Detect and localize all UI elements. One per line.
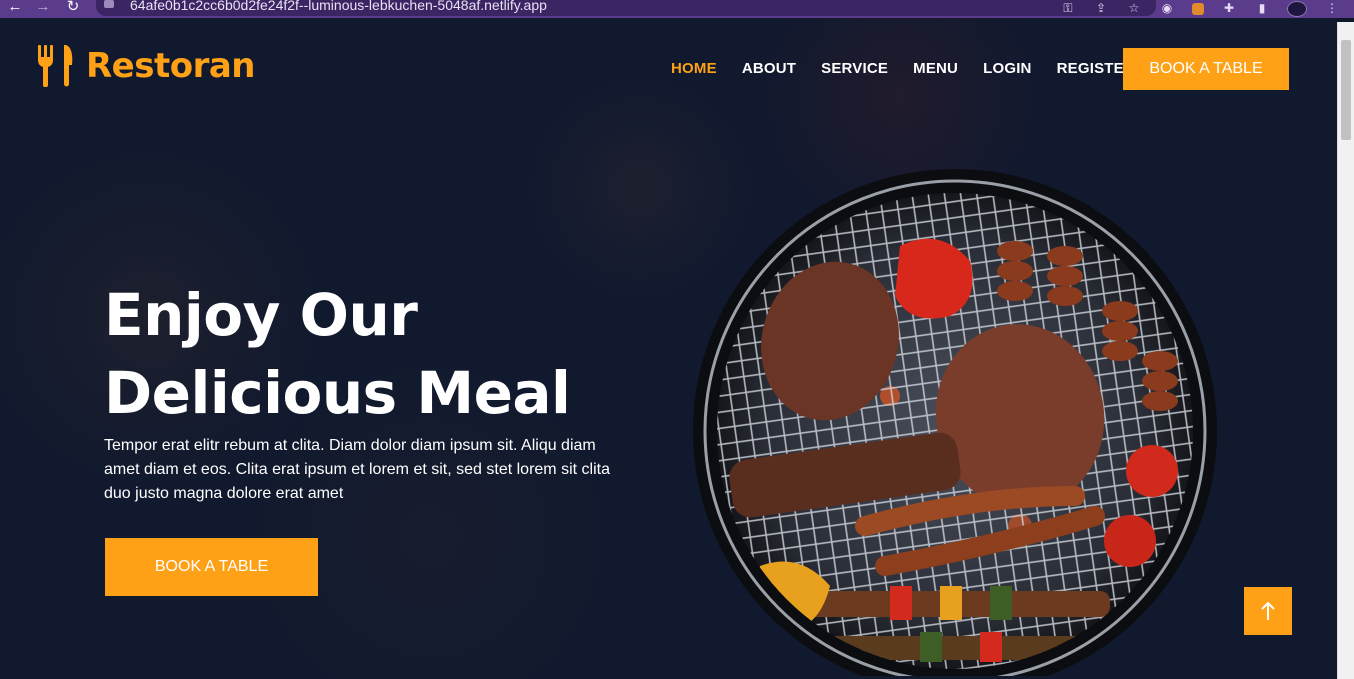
nav-home[interactable]: HOME xyxy=(671,60,717,77)
book-table-hero-button[interactable]: BOOK A TABLE xyxy=(105,538,318,596)
hero-description: Tempor erat elitr rebum at clita. Diam d… xyxy=(104,437,610,502)
star-icon[interactable]: ☆ xyxy=(1126,2,1142,16)
address-bar-url[interactable]: 64afe0b1c2cc6b0d2fe24f2f--luminous-lebku… xyxy=(130,0,547,13)
main-nav: HOME ABOUT SERVICE MENU LOGIN REGISTER xyxy=(671,60,1135,77)
arrow-up-icon xyxy=(1261,601,1275,620)
puzzle-icon[interactable]: ✚ xyxy=(1221,2,1237,16)
browser-toolbar: ← → ↻ 64afe0b1c2cc6b0d2fe24f2f--luminous… xyxy=(0,0,1354,18)
lock-icon xyxy=(104,0,114,8)
brand-logo[interactable]: Restoran xyxy=(36,45,256,87)
grill-image xyxy=(693,169,1217,676)
key-icon[interactable]: ⚿ xyxy=(1060,2,1076,16)
nav-about[interactable]: ABOUT xyxy=(742,60,796,77)
brand-name: Restoran xyxy=(86,46,256,86)
reload-icon[interactable]: ↻ xyxy=(62,0,84,18)
page-scrollbar[interactable] xyxy=(1337,22,1354,679)
forward-arrow-icon[interactable]: → xyxy=(32,0,54,18)
scrollbar-thumb[interactable] xyxy=(1341,40,1351,140)
profile-avatar[interactable] xyxy=(1287,1,1307,17)
hero-title: Enjoy Our Delicious Meal xyxy=(104,276,664,432)
extension-badge-icon[interactable] xyxy=(1192,3,1204,15)
utensils-icon xyxy=(38,45,73,87)
share-icon[interactable]: ⇪ xyxy=(1093,2,1109,16)
sidepanel-icon[interactable]: ▮ xyxy=(1254,2,1270,16)
nav-menu[interactable]: MENU xyxy=(913,60,958,77)
hero-title-line2: Delicious Meal xyxy=(104,359,571,427)
book-table-nav-button[interactable]: BOOK A TABLE xyxy=(1123,48,1289,90)
hero-section: Restoran HOME ABOUT SERVICE MENU LOGIN R… xyxy=(0,18,1337,679)
hero-title-line1: Enjoy Our xyxy=(104,281,418,349)
kebab-menu-icon[interactable]: ⋮ xyxy=(1324,2,1340,16)
back-arrow-icon[interactable]: ← xyxy=(4,0,26,18)
nav-service[interactable]: SERVICE xyxy=(821,60,888,77)
extension-owl-icon[interactable]: ◉ xyxy=(1159,2,1175,16)
nav-login[interactable]: LOGIN xyxy=(983,60,1032,77)
back-to-top-button[interactable] xyxy=(1244,587,1292,635)
